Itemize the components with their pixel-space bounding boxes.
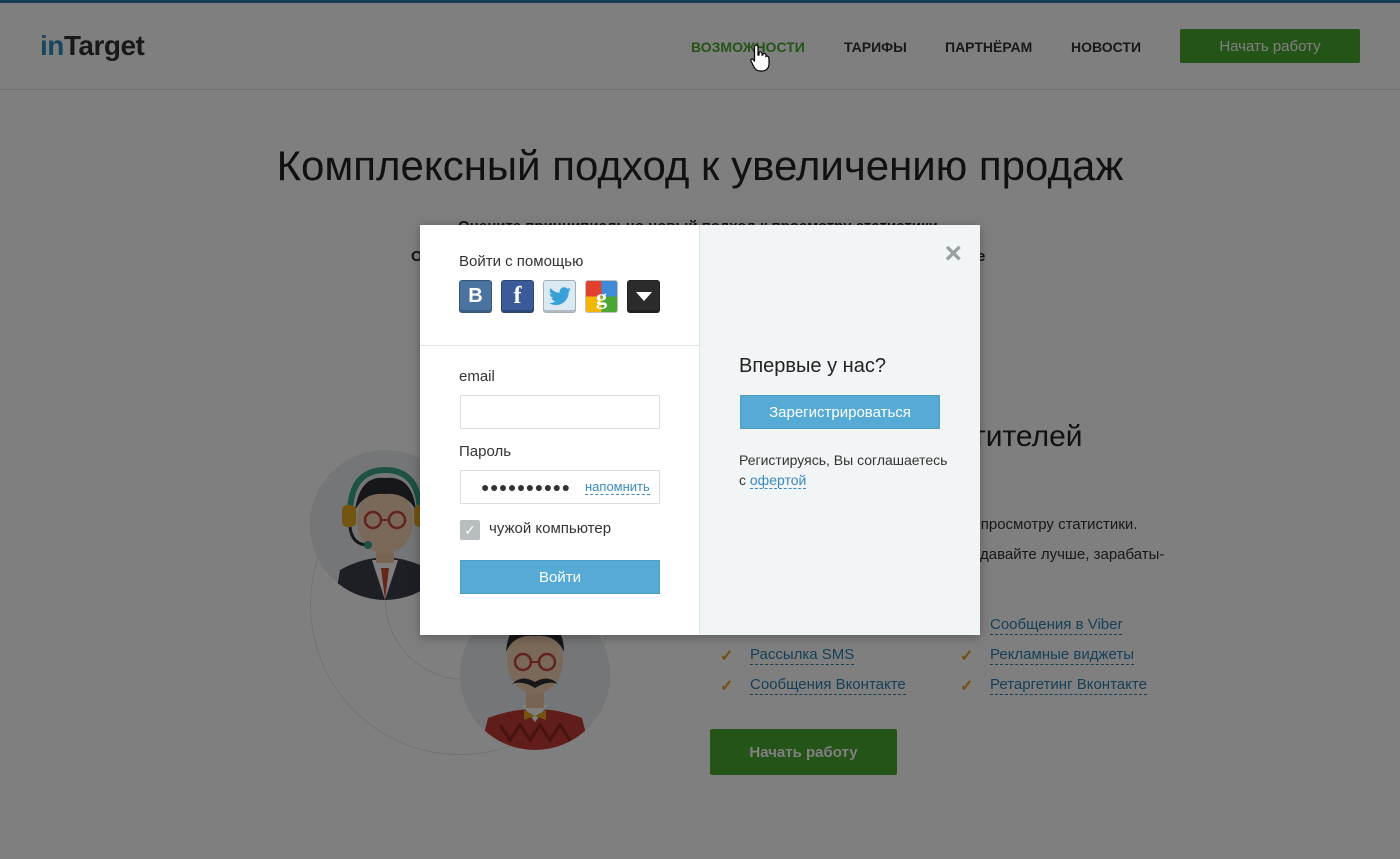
close-icon[interactable]: ×: [944, 239, 962, 269]
login-modal: Войти с помощью В f g email Пароль ●●●●●…: [420, 225, 980, 635]
password-value: ●●●●●●●●●●: [481, 479, 571, 495]
svg-text:g: g: [596, 284, 608, 309]
email-field[interactable]: [460, 395, 660, 429]
divider: [420, 345, 699, 346]
remind-password-link[interactable]: напомнить: [585, 480, 650, 495]
register-button[interactable]: Зарегистрироваться: [740, 395, 940, 429]
login-with-label: Войти с помощью: [459, 253, 584, 270]
google-icon[interactable]: g: [585, 280, 618, 313]
email-label: email: [459, 368, 495, 385]
login-panel: Войти с помощью В f g email Пароль ●●●●●…: [420, 225, 700, 635]
foreign-computer-checkbox[interactable]: ✓: [460, 520, 480, 540]
facebook-icon[interactable]: f: [501, 280, 534, 313]
more-icon[interactable]: [627, 280, 660, 313]
terms-text: Регистируясь, Вы соглашаетесь с офертой: [739, 450, 949, 490]
hand-cursor-icon: [750, 44, 770, 72]
first-time-heading: Впервые у нас?: [739, 355, 886, 377]
password-label: Пароль: [459, 443, 512, 460]
twitter-icon[interactable]: [543, 280, 576, 313]
login-button[interactable]: Войти: [460, 560, 660, 594]
password-field[interactable]: ●●●●●●●●●● напомнить: [460, 470, 660, 504]
foreign-computer-label[interactable]: чужой компьютер: [489, 520, 611, 537]
offer-link[interactable]: офертой: [749, 472, 807, 489]
vk-icon[interactable]: В: [459, 280, 492, 313]
register-panel: × Впервые у нас? Зарегистрироваться Реги…: [700, 225, 980, 635]
